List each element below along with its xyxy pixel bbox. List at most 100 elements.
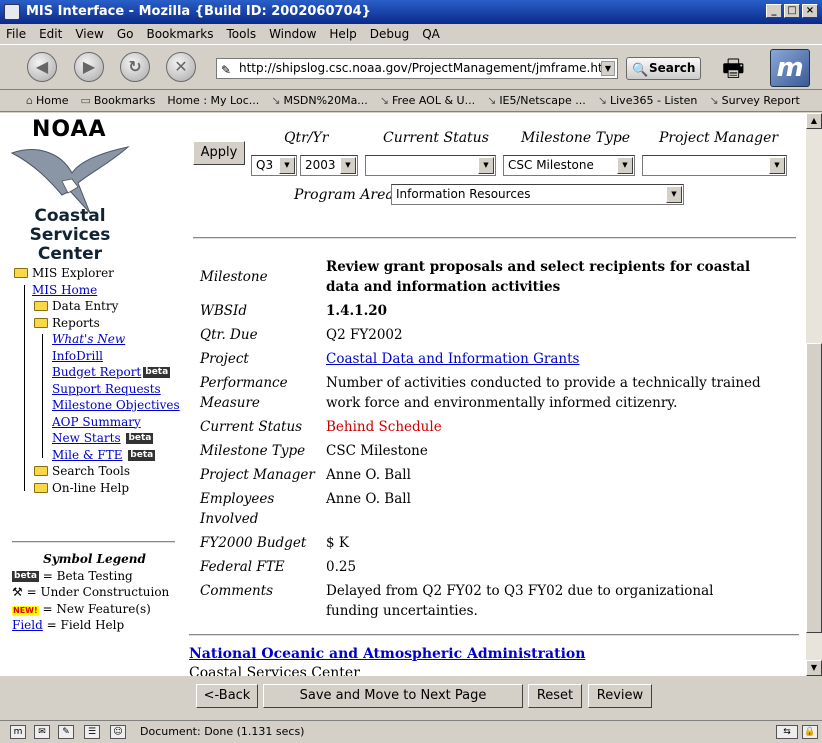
- close-button[interactable]: ×: [802, 4, 818, 18]
- milestone-type-label: Milestone Type: [521, 130, 631, 146]
- center-name: Coastal Services Center: [29, 206, 111, 264]
- menu-qa[interactable]: QA: [422, 27, 440, 41]
- new-icon: NEW!: [12, 605, 39, 616]
- tree-data-entry[interactable]: Data Entry: [14, 298, 180, 315]
- tree-search-tools[interactable]: Search Tools: [14, 463, 180, 480]
- forward-arrow-icon[interactable]: ▶: [74, 52, 104, 82]
- year-select[interactable]: 2003 ▼: [300, 155, 358, 176]
- chevron-down-icon: ▼: [340, 157, 356, 174]
- tree-root[interactable]: MIS Explorer: [14, 265, 180, 282]
- beta-badge: beta: [126, 433, 154, 444]
- reload-icon[interactable]: ↻: [120, 52, 150, 82]
- tree-report-new-starts[interactable]: New Starts beta: [14, 430, 180, 447]
- menu-window[interactable]: Window: [269, 27, 316, 41]
- noaa-logo-text: NOAA: [32, 117, 107, 142]
- tree-report-support[interactable]: Support Requests: [14, 381, 180, 398]
- quarter-select[interactable]: Q3 ▼: [251, 155, 297, 176]
- search-icon: 🔍: [632, 63, 649, 78]
- bookmark-free-aol[interactable]: ↘ Free AOL & U...: [376, 94, 483, 107]
- menu-tools[interactable]: Tools: [227, 27, 257, 41]
- scroll-down-icon[interactable]: ▼: [806, 660, 822, 676]
- filter-divider: [193, 237, 796, 239]
- bookmark-folder-bookmarks[interactable]: ▭ Bookmarks: [76, 94, 163, 107]
- stop-icon[interactable]: ✕: [166, 52, 196, 82]
- milestone-value: Review grant proposals and select recipi…: [326, 259, 751, 295]
- wbsid-label: WBSId: [200, 303, 248, 319]
- reset-button[interactable]: Reset: [528, 684, 582, 708]
- menu-file[interactable]: File: [6, 27, 26, 41]
- address-book-icon[interactable]: ☰: [84, 725, 100, 739]
- mail-icon[interactable]: ✉: [34, 725, 50, 739]
- vertical-scrollbar[interactable]: ▲ ▼: [806, 113, 822, 676]
- back-button[interactable]: <-Back: [196, 684, 258, 708]
- menu-debug[interactable]: Debug: [370, 27, 409, 41]
- milestone-type-select[interactable]: CSC Milestone ▼: [503, 155, 635, 176]
- noaa-footer-link[interactable]: National Oceanic and Atmospheric Adminis…: [189, 646, 585, 662]
- federal-fte-value: 0.25: [326, 559, 357, 575]
- window-title: MIS Interface - Mozilla {Build ID: 20020…: [26, 4, 371, 19]
- print-icon[interactable]: 🖶: [722, 51, 756, 83]
- folder-icon: [34, 301, 48, 311]
- tree-mis-home[interactable]: MIS Home: [14, 282, 180, 299]
- footer-subtitle: Coastal Services Center: [189, 665, 360, 676]
- review-button[interactable]: Review: [588, 684, 652, 708]
- url-field[interactable]: ✎ http://shipslog.csc.noaa.gov/ProjectMa…: [216, 58, 618, 79]
- tree-reports[interactable]: Reports: [14, 315, 180, 332]
- bookmark-msdn[interactable]: ↘ MSDN%20Ma...: [267, 94, 376, 107]
- project-manager-select[interactable]: ▼: [642, 155, 787, 176]
- bookmark-live365[interactable]: ↘ Live365 - Listen: [594, 94, 706, 107]
- chevron-down-icon: ▼: [478, 157, 494, 174]
- field-help-link[interactable]: Field: [12, 618, 43, 632]
- menu-help[interactable]: Help: [329, 27, 356, 41]
- mozilla-logo-icon: m: [770, 49, 810, 87]
- construction-icon: ⚒: [12, 585, 23, 599]
- budget-label: FY2000 Budget: [200, 535, 307, 551]
- tree-report-infodrill[interactable]: InfoDrill: [14, 348, 180, 365]
- menu-edit[interactable]: Edit: [39, 27, 62, 41]
- tree-report-budget[interactable]: Budget Report beta: [14, 364, 180, 381]
- search-button[interactable]: 🔍 Search: [626, 57, 701, 80]
- tree-line: [24, 285, 25, 491]
- chevron-down-icon: ▼: [279, 157, 295, 174]
- page-icon: ✎: [221, 63, 232, 77]
- beta-badge: beta: [143, 367, 171, 378]
- tree-line: [42, 334, 43, 458]
- page-content: NOAA Coastal Services Center MIS Explore…: [0, 113, 806, 676]
- sidebar: NOAA Coastal Services Center MIS Explore…: [0, 113, 185, 676]
- scroll-up-icon[interactable]: ▲: [806, 113, 822, 129]
- current-status-select[interactable]: ▼: [365, 155, 496, 176]
- current-status-label: Current Status: [383, 130, 489, 146]
- link-icon: ↘: [271, 94, 281, 107]
- save-next-button[interactable]: Save and Move to Next Page: [263, 684, 523, 708]
- minimize-button[interactable]: _: [766, 4, 782, 18]
- bookmark-ie5-netscape[interactable]: ↘ IE5/Netscape ...: [483, 94, 594, 107]
- menu-go[interactable]: Go: [117, 27, 134, 41]
- apply-button[interactable]: Apply: [193, 141, 245, 165]
- project-link[interactable]: Coastal Data and Information Grants: [326, 349, 579, 369]
- tree-report-mile-fte[interactable]: Mile & FTE beta: [14, 447, 180, 464]
- navigator-icon[interactable]: m: [10, 725, 26, 739]
- window-titlebar: MIS Interface - Mozilla {Build ID: 20020…: [0, 0, 822, 24]
- navigation-toolbar: ◀ ▶ ↻ ✕ ✎ http://shipslog.csc.noaa.gov/P…: [0, 44, 822, 90]
- program-area-label: Program Area: [294, 187, 394, 203]
- tree-online-help[interactable]: On-line Help: [14, 480, 180, 497]
- open-folder-icon: [34, 317, 48, 328]
- bookmark-home[interactable]: ⌂ Home: [22, 94, 76, 107]
- composer-icon[interactable]: ✎: [58, 725, 74, 739]
- tree-report-milestone-objectives[interactable]: Milestone Objectives: [14, 397, 180, 414]
- bookmark-survey-report[interactable]: ↘ Survey Report: [705, 94, 807, 107]
- tree-report-whats-new[interactable]: What's New: [14, 331, 180, 348]
- folder-icon: [34, 466, 48, 476]
- menu-view[interactable]: View: [75, 27, 103, 41]
- chat-icon[interactable]: ☺: [110, 725, 126, 739]
- program-area-select[interactable]: Information Resources ▼: [391, 184, 684, 205]
- bookmark-my-location[interactable]: Home : My Loc...: [163, 94, 267, 107]
- legend-new-row: NEW! = New Feature(s): [12, 601, 151, 616]
- scroll-thumb[interactable]: [806, 343, 822, 633]
- tree-report-aop-summary[interactable]: AOP Summary: [14, 414, 180, 431]
- folder-icon: [34, 482, 48, 493]
- back-arrow-icon[interactable]: ◀: [27, 52, 57, 82]
- menu-bookmarks[interactable]: Bookmarks: [146, 27, 213, 41]
- maximize-button[interactable]: □: [784, 4, 800, 18]
- url-dropdown-icon[interactable]: ▼: [601, 61, 615, 76]
